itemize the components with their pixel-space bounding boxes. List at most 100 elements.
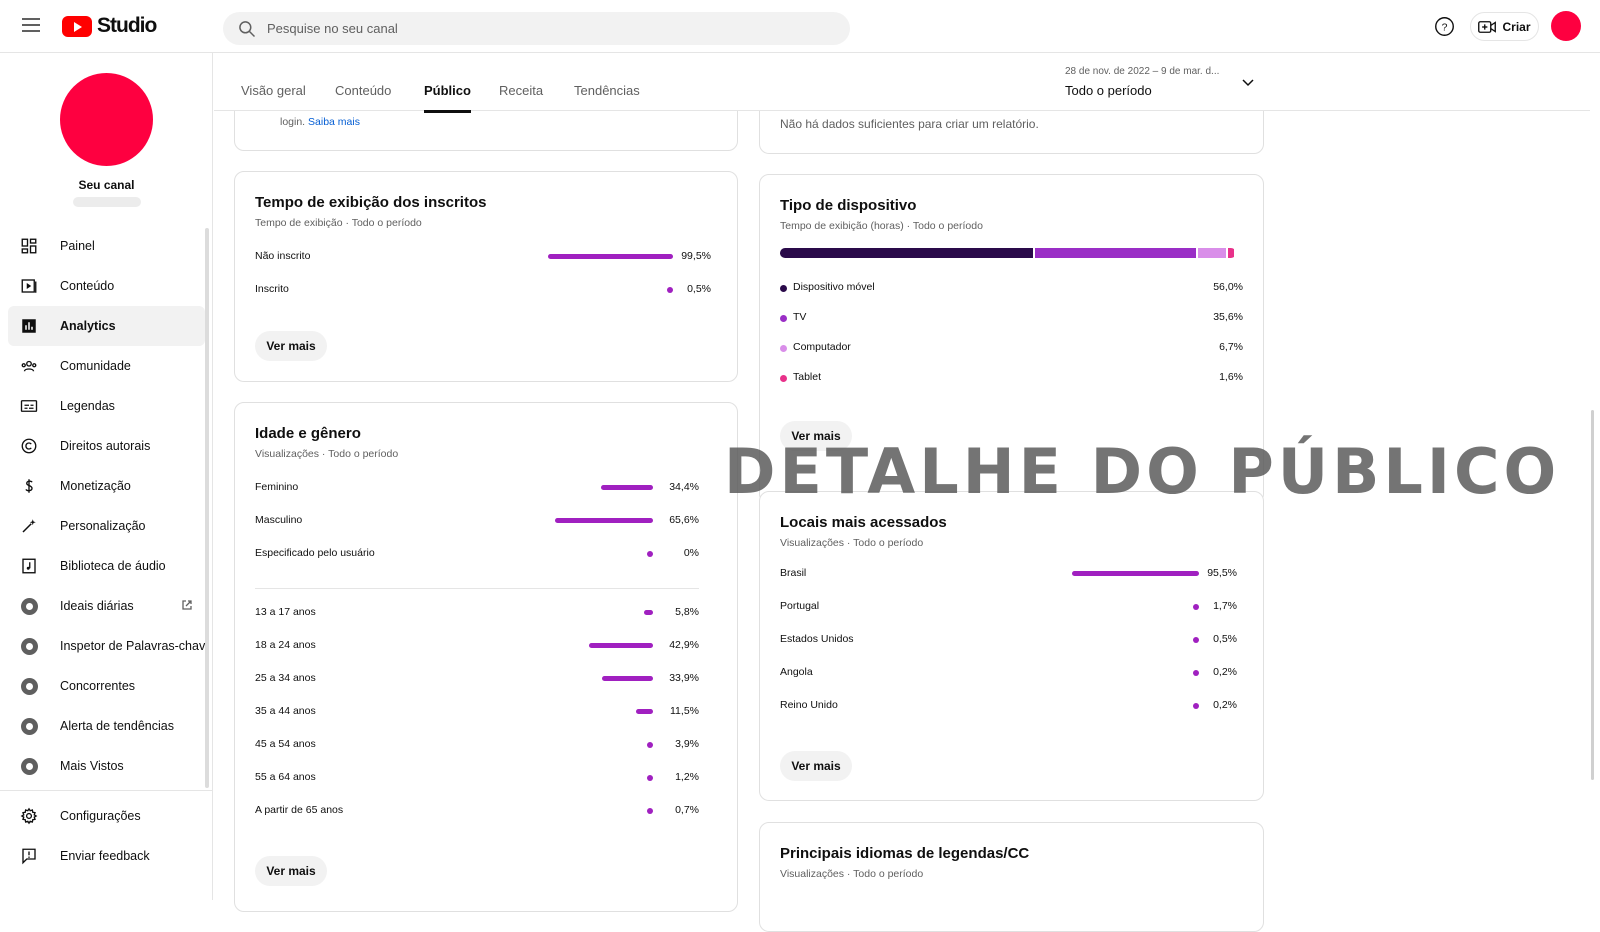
create-label: Criar <box>1502 19 1531 34</box>
card-subtitle: Tempo de exibição · Todo o período <box>255 217 422 229</box>
percentage-bar <box>554 518 653 523</box>
sidebar-item-biblioteca-de-audio[interactable]: Biblioteca de áudio <box>8 546 205 586</box>
row-value: 3,9% <box>675 738 699 750</box>
sidebar-item-label: Alerta de tendências <box>60 719 174 733</box>
sidebar-item-configuracoes[interactable]: Configurações <box>8 796 213 836</box>
sidebar-item-label: Painel <box>60 239 95 253</box>
create-button[interactable]: Criar <box>1470 12 1539 41</box>
sidebar-item-monetizacao[interactable]: Monetização <box>8 466 205 506</box>
data-row: Portugal 1,7% <box>780 598 1237 618</box>
legend-value: 1,6% <box>1219 371 1243 383</box>
tab-overview[interactable]: Visão geral <box>241 83 306 98</box>
sidebar-item-label: Inspetor de Palavras-chav <box>60 639 205 653</box>
top-locations-card: Locais mais acessados Visualizações · To… <box>759 491 1264 801</box>
row-label: 13 a 17 anos <box>255 606 316 618</box>
percentage-bar <box>1072 571 1199 576</box>
subtitles-icon <box>20 397 38 415</box>
data-row: 18 a 24 anos 42,9% <box>255 637 699 657</box>
row-label: 35 a 44 anos <box>255 705 316 717</box>
help-icon[interactable]: ? <box>1434 16 1455 37</box>
sidebar-item-legendas[interactable]: Legendas <box>8 386 205 426</box>
row-label: Feminino <box>255 481 299 493</box>
data-row: 25 a 34 anos 33,9% <box>255 670 699 690</box>
extension-icon <box>20 637 38 655</box>
legend-dot <box>780 345 787 352</box>
row-label: 25 a 34 anos <box>255 672 316 684</box>
data-row: 13 a 17 anos 5,8% <box>255 604 699 624</box>
tab-content[interactable]: Conteúdo <box>335 83 391 98</box>
row-label: Estados Unidos <box>780 633 854 645</box>
card-title: Principais idiomas de legendas/CC <box>780 845 1030 862</box>
date-period: Todo o período <box>1065 83 1152 98</box>
channel-name: Seu canal <box>78 178 135 192</box>
sidebar-item-label: Comunidade <box>60 359 131 373</box>
percentage-bar <box>647 808 653 814</box>
row-label: Não inscrito <box>255 250 311 262</box>
external-link-icon[interactable] <box>181 599 193 611</box>
menu-icon[interactable] <box>22 18 40 32</box>
tab-trends[interactable]: Tendências <box>574 83 640 98</box>
sidebar-item-label: Biblioteca de áudio <box>60 559 166 573</box>
tab-audience[interactable]: Público <box>424 83 471 113</box>
sidebar-scrollbar[interactable] <box>205 228 209 788</box>
legend-value: 6,7% <box>1219 341 1243 353</box>
data-row: Feminino 34,4% <box>255 479 699 499</box>
chevron-down-icon[interactable] <box>1242 79 1254 87</box>
sidebar-item-ideais-diarias[interactable]: Ideais diárias <box>8 586 205 626</box>
card-subtitle: Visualizações · Todo o período <box>780 537 924 549</box>
row-label: Reino Unido <box>780 699 838 711</box>
percentage-bar <box>667 287 673 293</box>
sidebar-item-direitos-autorais[interactable]: Direitos autorais <box>8 426 205 466</box>
legend-label: Tablet <box>793 371 822 383</box>
device-segment <box>1035 248 1196 258</box>
sidebar-item-label: Concorrentes <box>60 679 136 693</box>
no-data-text: Não há dados suficientes para criar um r… <box>780 117 1039 131</box>
account-avatar[interactable] <box>1551 11 1581 41</box>
sidebar-item-personalizacao[interactable]: Personalização <box>8 506 205 546</box>
partial-card-text: login. <box>280 116 306 128</box>
see-more-button[interactable]: Ver mais <box>255 856 327 886</box>
content-icon <box>20 277 38 295</box>
sidebar-item-concorrentes[interactable]: Concorrentes <box>8 666 205 706</box>
sidebar-item-inspetor-de-palavras-chav[interactable]: Inspetor de Palavras-chav <box>8 626 205 666</box>
row-value: 0% <box>683 547 699 559</box>
see-more-button[interactable]: Ver mais <box>255 331 327 361</box>
logo-text: Studio <box>97 14 157 37</box>
legend-label: Computador <box>793 341 851 353</box>
data-row: Angola 0,2% <box>780 664 1237 684</box>
device-legend-item: Tablet 1,6% <box>780 369 1243 389</box>
percentage-bar <box>601 485 653 490</box>
search-input[interactable] <box>267 21 827 36</box>
card-subtitle: Tempo de exibição (horas) · Todo o perío… <box>780 220 983 232</box>
tab-revenue[interactable]: Receita <box>499 83 543 98</box>
sidebar-item-label: Conteúdo <box>60 279 115 293</box>
sidebar-item-enviar-feedback[interactable]: Enviar feedback <box>8 836 213 876</box>
sidebar-item-analytics[interactable]: Analytics <box>8 306 205 346</box>
card-title: Tipo de dispositivo <box>780 197 917 214</box>
row-label: Angola <box>780 666 813 678</box>
date-range-picker[interactable]: 28 de nov. de 2022 – 9 de mar. d... Todo… <box>1065 66 1219 98</box>
extension-icon <box>20 677 38 695</box>
row-label: Portugal <box>780 600 820 612</box>
channel-subtitle-placeholder <box>73 197 141 207</box>
feedback-icon <box>20 847 38 865</box>
sidebar-item-conteudo[interactable]: Conteúdo <box>8 266 205 306</box>
sidebar-item-comunidade[interactable]: Comunidade <box>8 346 205 386</box>
sidebar-item-mais-vistos[interactable]: Mais Vistos <box>8 746 205 786</box>
channel-avatar[interactable] <box>60 73 153 166</box>
sidebar-item-alerta-de-tendencias[interactable]: Alerta de tendências <box>8 706 205 746</box>
search-icon[interactable] <box>237 19 257 39</box>
percentage-bar <box>1193 670 1199 676</box>
learn-more-link[interactable]: Saiba mais <box>308 116 360 128</box>
row-value: 42,9% <box>669 639 699 651</box>
page-scrollbar[interactable] <box>1591 410 1594 780</box>
studio-logo[interactable]: Studio <box>62 14 157 38</box>
search-bar[interactable] <box>223 12 850 45</box>
sidebar-item-painel[interactable]: Painel <box>8 226 205 266</box>
row-label: Masculino <box>255 514 303 526</box>
divider <box>255 588 699 589</box>
gear-icon <box>20 807 38 825</box>
analytics-icon <box>20 317 38 335</box>
see-more-button[interactable]: Ver mais <box>780 751 852 781</box>
sidebar-item-label: Analytics <box>60 319 116 333</box>
